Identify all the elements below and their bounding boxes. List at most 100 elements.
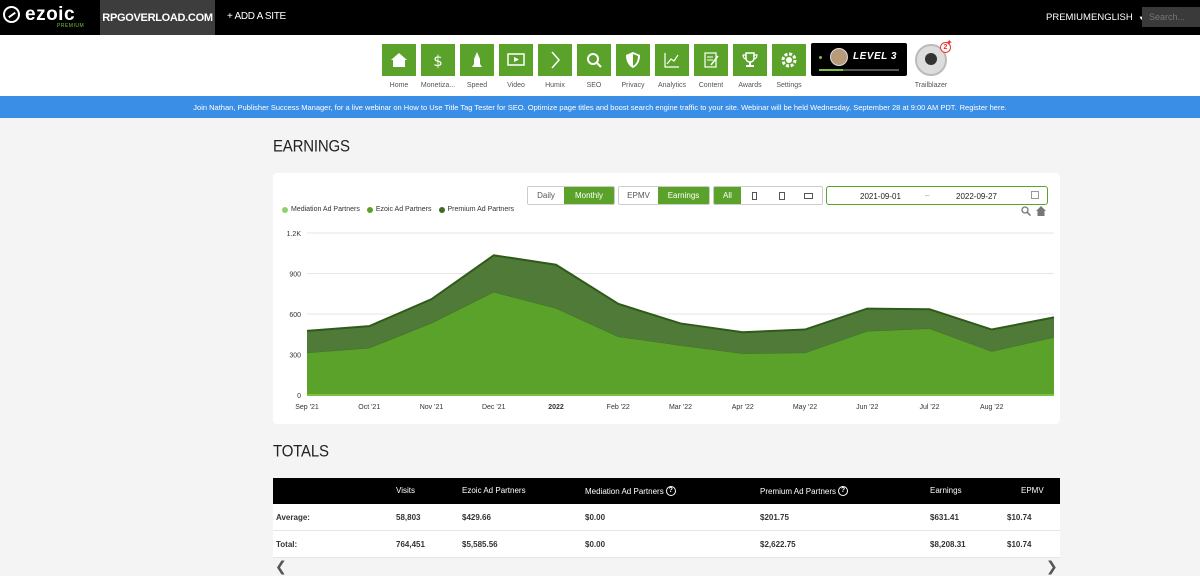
ezoic-logo-mark-icon: [3, 6, 20, 23]
horizontal-scrollbar[interactable]: ❮ ❯: [273, 558, 1060, 574]
date-from: 2021-09-01: [860, 192, 901, 201]
premium-link[interactable]: PREMIUM: [1046, 12, 1091, 23]
nav-item-privacy[interactable]: Privacy: [616, 44, 650, 89]
top-bar: ezoic PREMIUM RPGOVERLOAD.COM + ADD A SI…: [0, 0, 1200, 35]
column-header: Mediation Ad Partners?: [585, 486, 676, 496]
x-tick-label: Dec '21: [482, 404, 506, 411]
logo-subtitle: PREMIUM: [57, 23, 85, 29]
nav-item-speed[interactable]: Speed: [460, 44, 494, 89]
nav-item-monetiza[interactable]: $ Monetiza...: [421, 44, 455, 89]
y-tick-label: 300: [289, 353, 301, 360]
row-label: Total:: [276, 540, 298, 549]
scroll-left-icon[interactable]: ❮: [275, 558, 287, 575]
main-navigation: Home $ Monetiza... Speed Video Humix SEO Privac…: [0, 35, 1200, 96]
x-tick-label: Apr '22: [732, 404, 754, 411]
period-toggle: Daily Monthly: [527, 186, 615, 205]
column-header: EPMV: [1021, 486, 1044, 495]
nav-item-humix[interactable]: Humix: [538, 44, 572, 89]
level-text: LEVEL 3: [853, 51, 897, 62]
level-progress-bar: [819, 69, 899, 71]
nav-item-video[interactable]: Video: [499, 44, 533, 89]
svg-text:$: $: [433, 52, 443, 69]
column-header: Ezoic Ad Partners: [462, 486, 526, 495]
x-tick-label: Oct '21: [358, 404, 380, 411]
add-site-link[interactable]: + ADD A SITE: [227, 11, 286, 22]
nav-item-content[interactable]: Content: [694, 44, 728, 89]
legend-item[interactable]: Ezoic Ad Partners: [366, 206, 432, 213]
x-tick-label: Jul '22: [919, 404, 939, 411]
totals-title: TOTALS: [273, 442, 329, 461]
nav-item-home[interactable]: Home: [382, 44, 416, 89]
language-label: ENGLISH: [1091, 12, 1133, 23]
monthly-button[interactable]: Monthly: [564, 187, 614, 204]
chart-legend: Mediation Ad Partners Ezoic Ad Partners Pr…: [282, 206, 514, 213]
daily-button[interactable]: Daily: [528, 187, 564, 204]
edit-icon: [694, 44, 728, 76]
language-dropdown[interactable]: ENGLISH ▼: [1091, 12, 1144, 23]
y-tick-label: 600: [289, 312, 301, 319]
webinar-banner: Join Nathan, Publisher Success Manager, …: [0, 96, 1200, 118]
legend-item[interactable]: Mediation Ad Partners: [282, 206, 360, 213]
nav-item-seo[interactable]: SEO: [577, 44, 611, 89]
column-header-label: Mediation Ad Partners: [585, 486, 664, 496]
earnings-card: Daily Monthly EPMV Earnings All 2021-09-…: [273, 173, 1060, 424]
calendar-icon: [1031, 191, 1039, 199]
table-header: Visits Ezoic Ad Partners Mediation Ad Pa…: [273, 478, 1060, 504]
help-icon[interactable]: ?: [665, 486, 676, 496]
video-icon: [499, 44, 533, 76]
x-tick-label: Mar '22: [669, 404, 692, 411]
earnings-title: EARNINGS: [273, 137, 350, 156]
search-input[interactable]: [1142, 7, 1200, 27]
nav-label: Settings: [776, 82, 802, 89]
device-toggle: All: [713, 186, 823, 205]
y-tick-label: 900: [289, 272, 301, 279]
astronaut-icon: 2: [915, 42, 951, 76]
table-cell: $2,622.75: [760, 540, 796, 549]
help-icon[interactable]: ?: [838, 486, 849, 496]
desktop-icon: [804, 192, 813, 199]
shield-icon: [616, 44, 650, 76]
table-cell: $0.00: [585, 540, 606, 549]
legend-label: Premium Ad Partners: [447, 206, 515, 213]
chart-icon: [655, 44, 689, 76]
level-badge[interactable]: LEVEL 3: [811, 43, 907, 76]
register-link[interactable]: Register here.: [960, 103, 1007, 112]
site-selector-tab[interactable]: RPGOVERLOAD.COM: [100, 0, 215, 35]
x-tick-label: May '22: [793, 404, 817, 411]
trailblazer-button[interactable]: 2 ✦ Trailblazer: [914, 38, 953, 89]
x-tick-label: Nov '21: [420, 404, 444, 411]
table-cell: $8,208.31: [930, 540, 966, 549]
column-header: Earnings: [930, 486, 962, 495]
epmv-button[interactable]: EPMV: [619, 187, 658, 204]
avatar: [830, 48, 848, 66]
scroll-right-icon[interactable]: ❯: [1046, 558, 1058, 575]
earnings-button[interactable]: Earnings: [658, 187, 709, 204]
chevron-icon: [538, 44, 572, 76]
tablet-icon: [778, 191, 785, 200]
zoom-icon[interactable]: [1021, 206, 1031, 216]
table-row: Total: 764,451 $5,585.56 $0.00 $2,622.75 $8,2…: [273, 531, 1060, 558]
tablet-device-button[interactable]: [768, 187, 795, 204]
table-cell: $10.74: [1007, 540, 1032, 549]
nav-item-settings[interactable]: Settings: [772, 44, 806, 89]
rocket-icon: [460, 44, 494, 76]
all-devices-button[interactable]: All: [714, 187, 741, 204]
date-range-picker[interactable]: 2021-09-01 – 2022-09-27: [826, 186, 1048, 205]
nav-item-analytics[interactable]: Analytics: [655, 44, 689, 89]
date-separator: –: [925, 191, 930, 200]
x-tick-label: 2022: [548, 404, 564, 411]
desktop-device-button[interactable]: [795, 187, 822, 204]
nav-item-awards[interactable]: Awards: [733, 44, 767, 89]
column-header-label: Premium Ad Partners: [760, 486, 837, 496]
mobile-device-button[interactable]: [741, 187, 768, 204]
legend-item[interactable]: Premium Ad Partners: [438, 206, 515, 213]
table-cell: 764,451: [396, 540, 425, 549]
column-header: Premium Ad Partners?: [760, 486, 849, 496]
chart-tools: [1021, 206, 1046, 216]
reset-zoom-home-icon[interactable]: [1036, 206, 1046, 216]
table-cell: $10.74: [1007, 513, 1032, 522]
y-tick-label: 0: [297, 393, 301, 400]
legend-dot: [282, 206, 288, 213]
trailblazer-label: Trailblazer: [914, 82, 948, 89]
table-cell: $631.41: [930, 513, 959, 522]
